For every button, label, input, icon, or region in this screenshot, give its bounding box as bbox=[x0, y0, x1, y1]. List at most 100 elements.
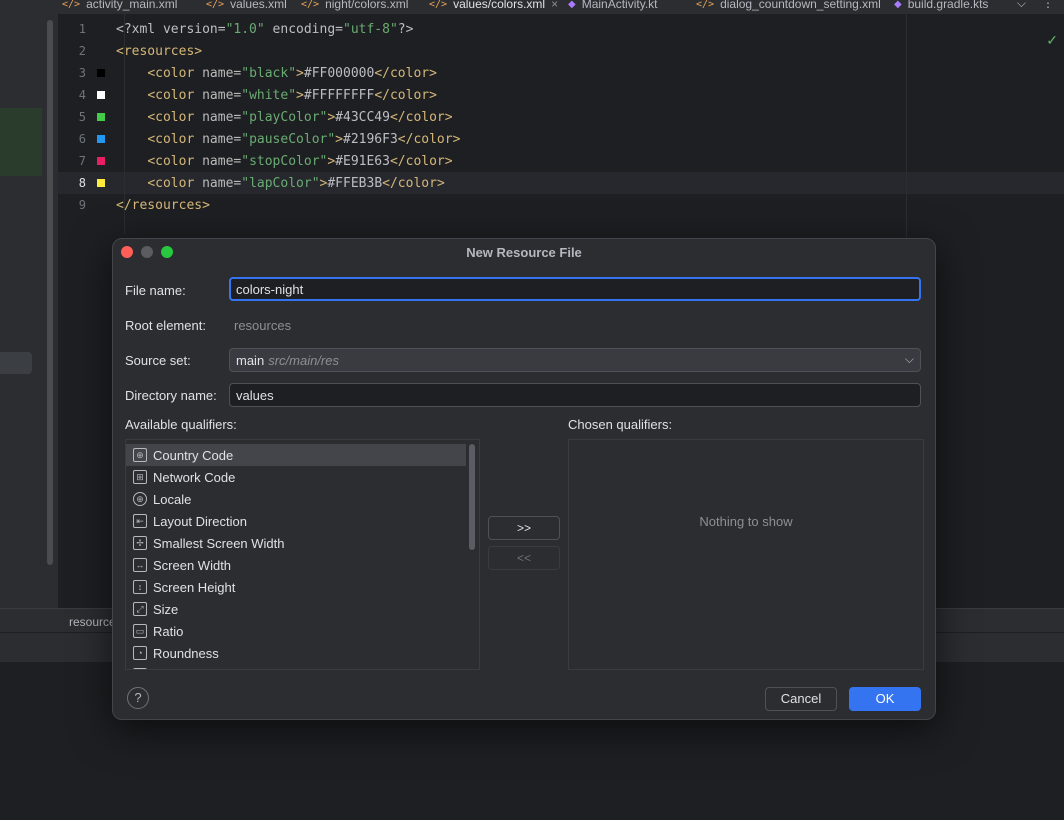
qualifier-item[interactable]: ⊕ Locale bbox=[126, 488, 466, 510]
qualifier-item-partial[interactable] bbox=[126, 664, 466, 669]
code-token: ?> bbox=[397, 21, 414, 37]
code-token: </color> bbox=[374, 87, 437, 103]
directory-name-input[interactable] bbox=[229, 383, 921, 407]
breadcrumb-resources[interactable]: resources bbox=[58, 608, 118, 632]
tab-label: values/colors.xml bbox=[453, 0, 546, 11]
chosen-qualifiers-list[interactable]: Nothing to show bbox=[568, 439, 924, 670]
tab-values-colors-xml[interactable]: </> values/colors.xml × bbox=[429, 0, 558, 13]
add-qualifier-button[interactable]: >> bbox=[488, 516, 560, 540]
qualifiers-scrollbar[interactable] bbox=[469, 444, 475, 550]
left-tool-strip bbox=[0, 0, 58, 632]
code-token: "utf-8" bbox=[343, 21, 398, 37]
code-line[interactable]: 6 <color name="pauseColor">#2196F3</colo… bbox=[58, 128, 461, 150]
close-tab-icon[interactable]: × bbox=[551, 0, 558, 11]
code-line[interactable]: 9 </resources> bbox=[58, 194, 210, 216]
qualifier-item[interactable]: ✢ Smallest Screen Width bbox=[126, 532, 466, 554]
qualifier-item[interactable]: ⇤ Layout Direction bbox=[126, 510, 466, 532]
remove-qualifier-button[interactable]: << bbox=[488, 546, 560, 570]
file-name-input[interactable] bbox=[229, 277, 921, 301]
qualifier-label: Smallest Screen Width bbox=[153, 535, 285, 551]
line-number: 8 bbox=[78, 176, 86, 190]
code-token: #FFFFFFFF bbox=[303, 87, 375, 103]
xml-icon: </> bbox=[696, 0, 715, 10]
tab-night-colors-xml[interactable]: </> night/colors.xml bbox=[301, 0, 408, 13]
globe-icon: ⊕ bbox=[133, 492, 147, 506]
roundness-icon: ◔ bbox=[133, 646, 147, 660]
code-line[interactable]: 4 <color name="white">#FFFFFFFF</color> bbox=[58, 84, 437, 106]
color-swatch-cell bbox=[86, 113, 116, 121]
code-token: name= bbox=[202, 87, 242, 103]
color-swatch-icon[interactable] bbox=[97, 91, 105, 99]
color-swatch-cell bbox=[86, 179, 116, 187]
code-token: > bbox=[296, 87, 304, 103]
code-token: "lapColor" bbox=[241, 175, 320, 191]
code-line[interactable]: 7 <color name="stopColor">#E91E63</color… bbox=[58, 150, 453, 172]
color-swatch-icon[interactable] bbox=[97, 113, 105, 121]
tool-window-selection[interactable] bbox=[0, 352, 32, 374]
editor-tab-bar: ⌵ ⋮ </> activity_main.xml </> values.xml </>… bbox=[58, 0, 1064, 14]
code-line[interactable]: 3 <color name="black">#FF000000</color> bbox=[58, 62, 437, 84]
line-number: 5 bbox=[78, 110, 86, 124]
code-token: > bbox=[335, 131, 343, 147]
tab-activity-main-xml[interactable]: </> activity_main.xml bbox=[62, 0, 177, 13]
network-code-icon: ⊞ bbox=[133, 470, 147, 484]
line-number: 1 bbox=[78, 22, 86, 36]
qualifier-item[interactable]: ↔ Screen Width bbox=[126, 554, 466, 576]
inspection-ok-icon[interactable]: ✓ bbox=[1046, 32, 1058, 49]
color-swatch-cell bbox=[86, 157, 116, 165]
qualifier-item[interactable]: ▭ Ratio bbox=[126, 620, 466, 642]
color-swatch-icon[interactable] bbox=[97, 179, 105, 187]
qualifier-label: Ratio bbox=[153, 623, 184, 639]
qualifier-item[interactable]: ⊕ Country Code bbox=[126, 444, 466, 466]
code-token: </color> bbox=[389, 109, 453, 125]
dialog-title: New Resource File bbox=[466, 245, 582, 260]
code-token: <color bbox=[147, 65, 203, 81]
color-swatch-cell bbox=[86, 91, 116, 99]
more-icon[interactable]: ⋮ bbox=[1042, 0, 1054, 10]
code-token: name= bbox=[202, 175, 242, 191]
qualifier-item[interactable]: ◔ Roundness bbox=[126, 642, 466, 664]
qualifier-label: Screen Width bbox=[153, 557, 232, 573]
code-line[interactable]: 1 <?xml version="1.0" encoding="utf-8"?> bbox=[58, 18, 414, 40]
qualifier-item[interactable]: ⤢ Size bbox=[126, 598, 466, 620]
tab-overflow-icon[interactable]: ⌵ bbox=[1017, 0, 1026, 11]
qualifier-label: Country Code bbox=[153, 447, 234, 463]
cancel-button[interactable]: Cancel bbox=[765, 687, 837, 711]
tab-dialog-countdown-setting-xml[interactable]: </> dialog_countdown_setting.xml bbox=[696, 0, 881, 13]
ok-button[interactable]: OK bbox=[849, 687, 921, 711]
color-swatch-icon[interactable] bbox=[97, 69, 105, 77]
available-qualifiers-list[interactable]: ⊕ Country Code ⊞ Network Code ⊕ Locale ⇤ Layout… bbox=[125, 439, 480, 670]
qualifier-label: Network Code bbox=[153, 469, 236, 485]
xml-icon: </> bbox=[62, 0, 81, 10]
help-button[interactable]: ? bbox=[127, 687, 149, 709]
code-line[interactable]: 8 <color name="lapColor">#FFEB3B</color> bbox=[58, 172, 445, 194]
code-token: </color> bbox=[389, 153, 453, 169]
empty-state-text: Nothing to show bbox=[699, 514, 793, 529]
tab-mainactivity-kt[interactable]: ◆ MainActivity.kt bbox=[568, 0, 658, 13]
tab-build-gradle-kts[interactable]: ◆ build.gradle.kts bbox=[894, 0, 988, 13]
code-token: #E91E63 bbox=[335, 153, 390, 169]
left-scrollbar[interactable] bbox=[47, 20, 53, 565]
qualifier-item[interactable]: ↕ Screen Height bbox=[126, 576, 466, 598]
code-text: <color name="lapColor">#FFEB3B</color> bbox=[116, 175, 444, 191]
chosen-qualifiers-label: Chosen qualifiers: bbox=[568, 417, 673, 432]
code-text: <color name="black">#FF000000</color> bbox=[116, 66, 437, 81]
line-number: 7 bbox=[78, 154, 86, 168]
code-line[interactable]: 2 <resources> bbox=[58, 40, 202, 62]
code-text: <color name="playColor">#43CC49</color> bbox=[116, 109, 453, 125]
color-swatch-icon[interactable] bbox=[97, 157, 105, 165]
tab-values-xml[interactable]: </> values.xml bbox=[206, 0, 287, 13]
qualifier-label: Size bbox=[153, 601, 179, 617]
code-token: name= bbox=[202, 109, 242, 125]
xml-icon: </> bbox=[301, 0, 320, 10]
code-token: #2196F3 bbox=[343, 131, 398, 147]
source-set-dropdown[interactable]: main src/main/res ⌵ bbox=[229, 348, 921, 372]
new-resource-file-dialog: New Resource File File name: Root elemen… bbox=[112, 238, 936, 720]
qualifier-item[interactable]: ⊞ Network Code bbox=[126, 466, 466, 488]
code-token: "pauseColor" bbox=[241, 131, 336, 147]
code-line[interactable]: 5 <color name="playColor">#43CC49</color… bbox=[58, 106, 453, 128]
color-swatch-icon[interactable] bbox=[97, 135, 105, 143]
code-token: </color> bbox=[397, 131, 461, 147]
